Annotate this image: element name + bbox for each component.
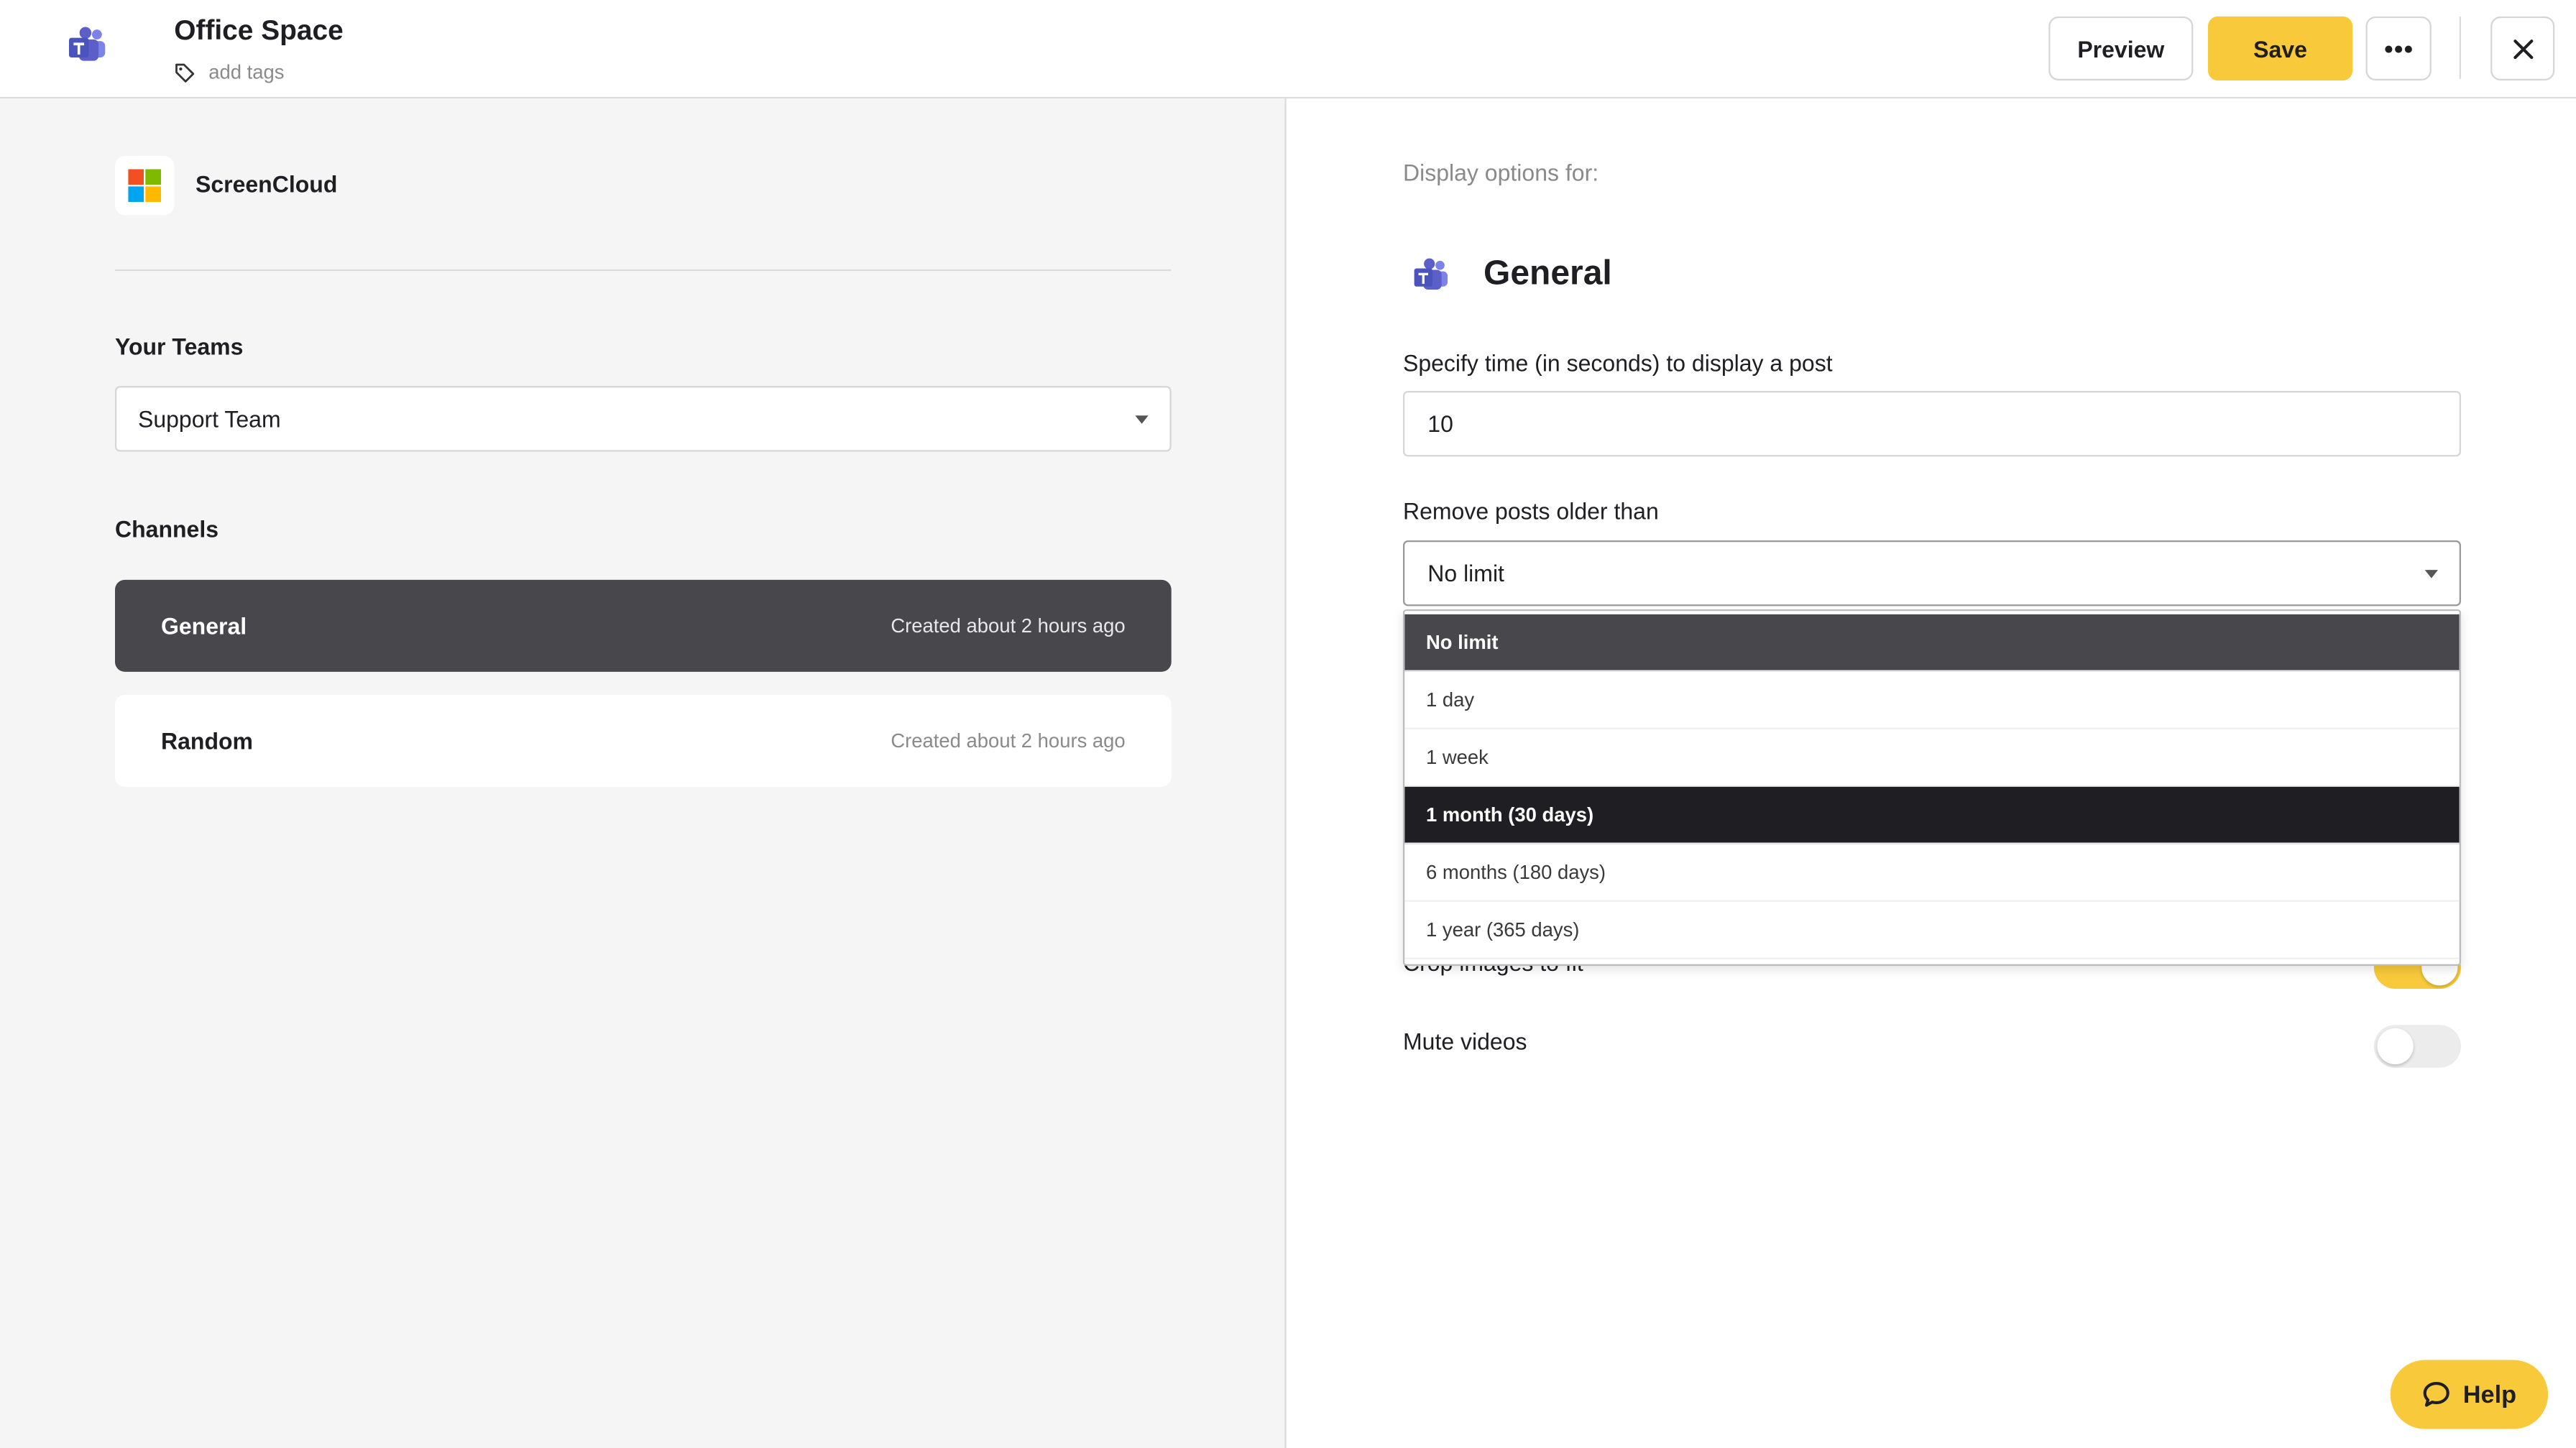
channel-created: Created about 2 hours ago (891, 614, 1126, 637)
add-tags-label: add tags (208, 60, 285, 84)
divider (114, 269, 1172, 272)
teams-label: Your Teams (114, 333, 244, 360)
add-tags[interactable]: add tags (174, 60, 285, 84)
team-select-value: Support Team (137, 405, 281, 433)
close-button[interactable] (2490, 16, 2555, 80)
display-time-label: Specify time (in seconds) to display a p… (1402, 349, 1833, 377)
mute-videos-label: Mute videos (1402, 1028, 1527, 1055)
provider-logo (114, 156, 175, 216)
option-1-month[interactable]: 1 month (30 days) (1404, 786, 2460, 844)
option-1-year[interactable]: 1 year (365 days) (1404, 902, 2460, 959)
close-icon (2513, 38, 2533, 58)
mute-videos-toggle[interactable] (2373, 1025, 2461, 1068)
tag-icon (175, 63, 195, 82)
chevron-down-icon (2424, 570, 2438, 578)
help-label: Help (2462, 1380, 2517, 1408)
remove-posts-value: No limit (1427, 560, 1504, 586)
chevron-down-icon (1135, 415, 1149, 424)
channel-created: Created about 2 hours ago (891, 729, 1126, 752)
remove-posts-dropdown-menu: No limit 1 day 1 week 1 month (30 days) … (1402, 609, 2461, 966)
page-title: Office Space (174, 14, 344, 46)
chat-bubble-icon (2424, 1381, 2450, 1407)
selected-channel-title: General (1483, 254, 1612, 292)
team-select[interactable]: Support Team (114, 386, 1172, 452)
toggle-knob (2377, 1028, 2414, 1065)
display-options-heading: Display options for: (1402, 159, 1599, 186)
option-1-week[interactable]: 1 week (1404, 729, 2460, 787)
channel-name: Random (160, 727, 253, 755)
configuration-panel: ScreenCloud Your Teams Support Team Chan… (0, 98, 1287, 1448)
channel-item-random[interactable]: Random Created about 2 hours ago (114, 694, 1172, 787)
channel-item-general[interactable]: General Created about 2 hours ago (114, 579, 1172, 672)
channels-label: Channels (114, 515, 219, 543)
display-options-panel: Display options for: General Specify tim… (1287, 98, 2576, 1448)
save-button[interactable]: Save (2207, 16, 2353, 80)
display-time-input[interactable] (1402, 390, 2461, 457)
header-divider (2459, 16, 2461, 79)
teams-icon (68, 27, 106, 61)
option-no-limit[interactable]: No limit (1404, 614, 2460, 672)
teams-icon (1414, 258, 1448, 290)
help-button[interactable]: Help (2390, 1360, 2549, 1429)
remove-posts-label: Remove posts older than (1402, 497, 1659, 525)
more-options-button[interactable] (2365, 16, 2432, 80)
option-1-day[interactable]: 1 day (1404, 672, 2460, 729)
top-bar: Office Space add tags Preview Save (0, 0, 2576, 99)
remove-posts-select[interactable]: No limit (1402, 540, 2461, 607)
channel-name: General (160, 612, 247, 640)
provider-name: ScreenCloud (195, 170, 338, 198)
option-6-months[interactable]: 6 months (180 days) (1404, 844, 2460, 902)
preview-button[interactable]: Preview (2048, 16, 2194, 80)
microsoft-logo-icon (128, 169, 161, 203)
more-horizontal-icon (2385, 45, 2412, 52)
